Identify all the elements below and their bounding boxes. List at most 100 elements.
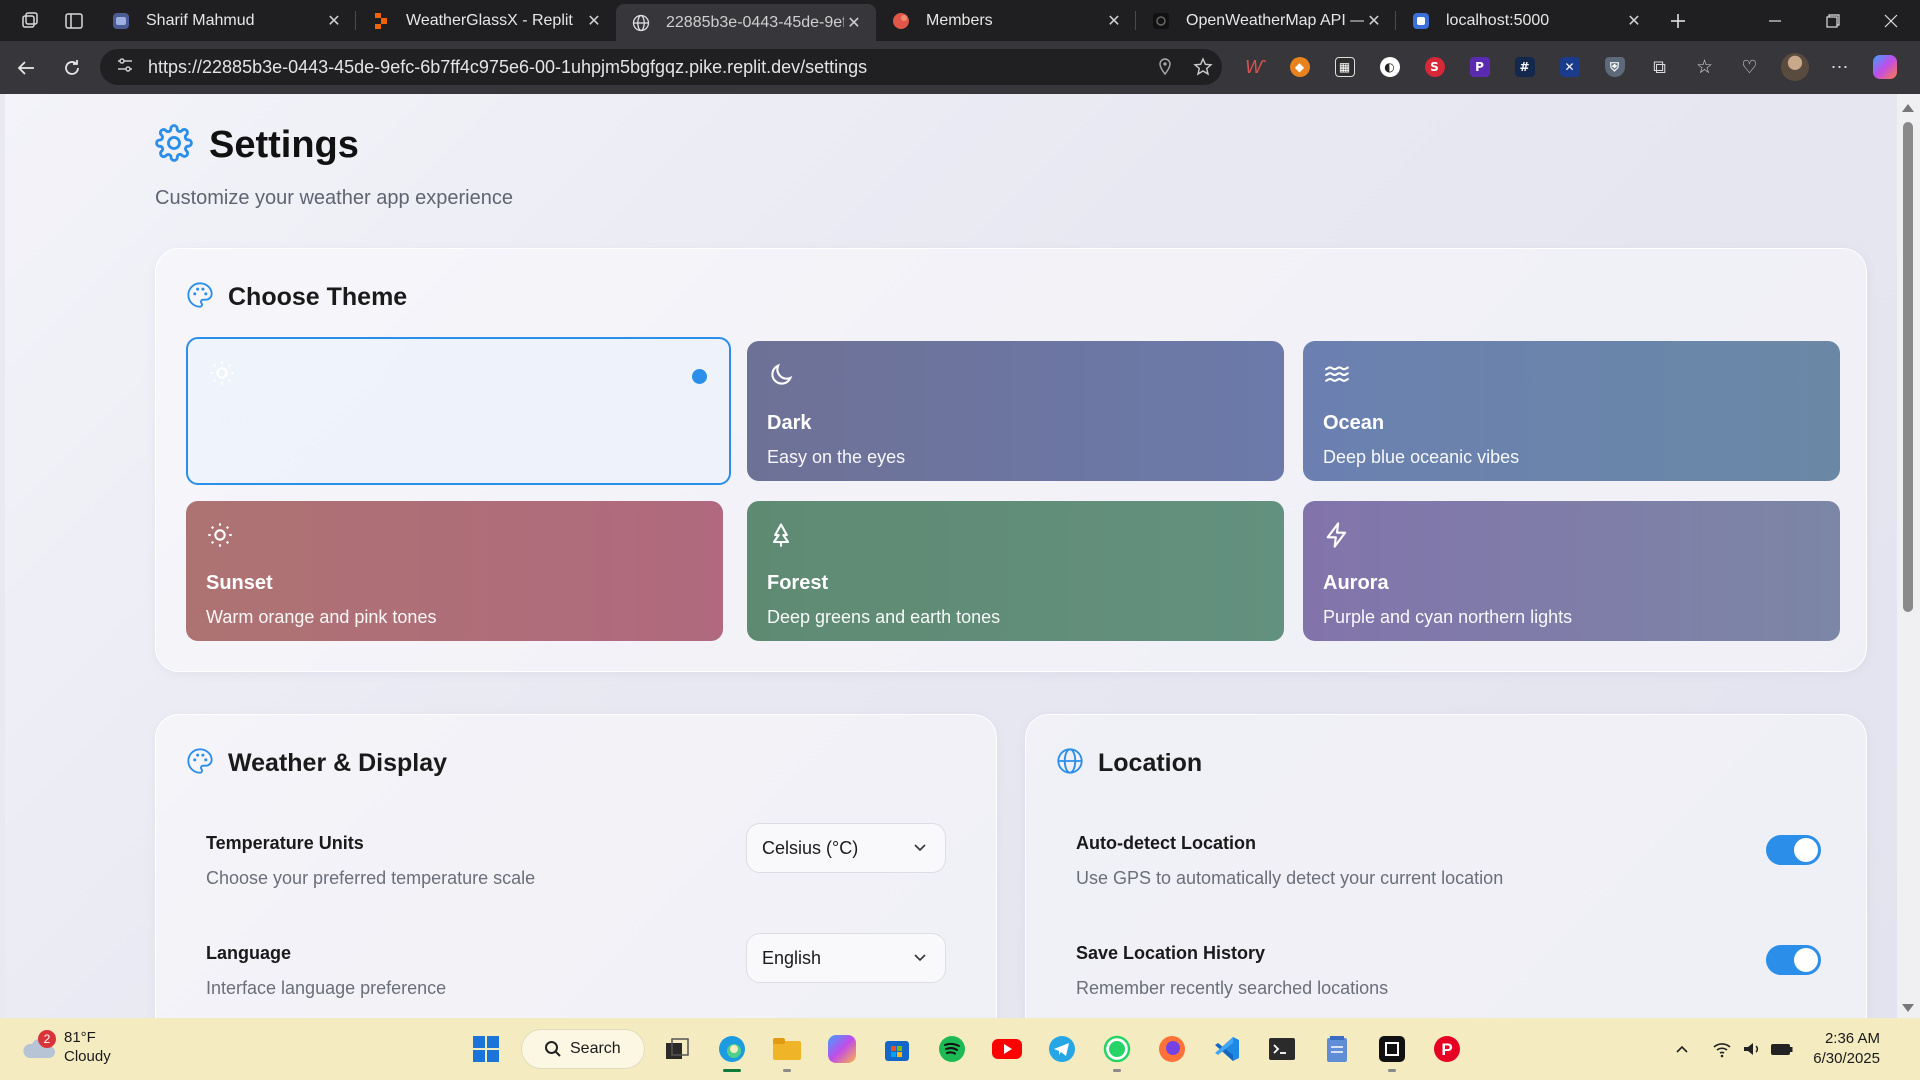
scroll-up-arrow[interactable] — [1902, 104, 1914, 112]
globe-icon — [1056, 747, 1084, 780]
clock-date: 6/30/2025 — [1813, 1050, 1880, 1067]
telegram-icon[interactable] — [1038, 1025, 1086, 1073]
sun-icon — [208, 523, 232, 547]
tab-title: WeatherGlassX - Replit — [406, 11, 573, 29]
close-icon[interactable]: ✕ — [844, 13, 864, 33]
close-icon[interactable]: ✕ — [1364, 11, 1384, 31]
weather-display-card: Weather & Display Temperature Units Choo… — [155, 714, 997, 1018]
theme-option-sunset[interactable]: Sunset Warm orange and pink tones — [186, 501, 723, 641]
close-icon[interactable]: ✕ — [584, 11, 604, 31]
browser-essentials-icon[interactable]: ♡ — [1727, 49, 1772, 85]
site-info-icon[interactable] — [116, 56, 134, 79]
capcut-icon[interactable] — [1368, 1025, 1416, 1073]
battery-icon[interactable] — [1767, 1041, 1797, 1057]
youtube-icon[interactable] — [983, 1025, 1031, 1073]
weather-widget[interactable]: 2 81°F Cloudy — [20, 1028, 111, 1066]
grid-extension-icon[interactable]: ▦ — [1322, 49, 1367, 85]
location-pin-icon[interactable] — [1146, 58, 1184, 76]
favorite-star-icon[interactable] — [1184, 57, 1222, 77]
refresh-button[interactable] — [50, 48, 94, 88]
copilot-app-icon[interactable] — [818, 1025, 866, 1073]
tab-active-app[interactable]: 22885b3e-0443-45de-9efc ✕ — [616, 4, 876, 41]
copilot-icon[interactable] — [1862, 49, 1907, 85]
theme-name: Forest — [767, 572, 829, 594]
tab-replit[interactable]: WeatherGlassX - Replit ✕ — [356, 0, 616, 41]
close-icon[interactable]: ✕ — [1624, 11, 1644, 31]
close-icon[interactable]: ✕ — [324, 11, 344, 31]
whatsapp-icon[interactable] — [1093, 1025, 1141, 1073]
s-extension-icon[interactable]: S — [1412, 49, 1457, 85]
new-tab-button[interactable] — [1656, 0, 1700, 41]
tab-members[interactable]: Members ✕ — [876, 0, 1136, 41]
task-view-icon[interactable] — [653, 1025, 701, 1073]
taskbar-clock[interactable]: 2:36 AM 6/30/2025 — [1813, 1029, 1880, 1069]
favorites-icon[interactable]: ☆ — [1682, 49, 1727, 85]
page-viewport: Settings Customize your weather app expe… — [5, 94, 1897, 1018]
notepad-icon[interactable] — [1313, 1025, 1361, 1073]
lightning-icon — [1326, 522, 1347, 548]
chevron-up-icon[interactable] — [1667, 1042, 1697, 1056]
page-scrollbar[interactable] — [1897, 94, 1920, 1018]
location-title: Location — [1098, 749, 1203, 777]
file-explorer-icon[interactable] — [763, 1025, 811, 1073]
hash-extension-icon[interactable]: # — [1502, 49, 1547, 85]
scroll-thumb[interactable] — [1903, 122, 1913, 612]
metamask-icon[interactable]: ◆ — [1277, 49, 1322, 85]
openweather-icon — [1152, 12, 1170, 30]
auto-detect-toggle[interactable] — [1766, 835, 1821, 865]
spotify-icon[interactable] — [928, 1025, 976, 1073]
windows-start-icon[interactable] — [462, 1025, 510, 1073]
tab-sharif-mahmud[interactable]: Sharif Mahmud ✕ — [96, 0, 356, 41]
theme-name: Aurora — [1323, 572, 1389, 594]
theme-option-aurora[interactable]: Aurora Purple and cyan northern lights — [1303, 501, 1840, 641]
page-header: Settings Customize your weather app expe… — [155, 124, 513, 210]
pinterest-icon[interactable]: P — [1423, 1025, 1471, 1073]
tab-title: OpenWeatherMap API — F — [1186, 11, 1364, 29]
volume-icon[interactable] — [1737, 1040, 1767, 1058]
restore-icon[interactable] — [1804, 0, 1862, 41]
edge-icon[interactable] — [708, 1025, 756, 1073]
save-history-toggle[interactable] — [1766, 945, 1821, 975]
extensions-puzzle-icon[interactable]: ⧉ — [1637, 49, 1682, 85]
theme-option-forest[interactable]: Forest Deep greens and earth tones — [747, 501, 1284, 641]
taskbar-search[interactable]: Search — [521, 1029, 645, 1069]
theme-option-dark[interactable]: Dark Easy on the eyes — [747, 341, 1284, 481]
close-window-icon[interactable] — [1862, 0, 1920, 41]
temperature-units-select[interactable]: Celsius (°C) — [746, 823, 946, 873]
kite-extension-icon[interactable]: ✕ — [1547, 49, 1592, 85]
theme-option-ocean[interactable]: Ocean Deep blue oceanic vibes — [1303, 341, 1840, 481]
members-icon — [892, 12, 910, 30]
firefox-icon[interactable] — [1148, 1025, 1196, 1073]
shield-extension-icon[interactable]: ⛨ — [1592, 49, 1637, 85]
browser-toolbar: https://22885b3e-0443-45de-9efc-6b7ff4c9… — [0, 41, 1920, 94]
theme-option-light[interactable]: Light Clean and bright interface — [186, 337, 731, 485]
minimize-icon[interactable] — [1746, 0, 1804, 41]
more-options-icon[interactable]: ⋯ — [1817, 49, 1862, 85]
language-select[interactable]: English — [746, 933, 946, 983]
close-icon[interactable]: ✕ — [1104, 11, 1124, 31]
theme-description: Deep blue oceanic vibes — [1323, 447, 1520, 467]
p-extension-icon[interactable]: P — [1457, 49, 1502, 85]
signature-extension-icon[interactable]: Ⱳ — [1232, 49, 1277, 85]
profile-avatar[interactable] — [1772, 49, 1817, 85]
theme-description: Purple and cyan northern lights — [1323, 607, 1573, 627]
globe-extension-icon[interactable]: ◐ — [1367, 49, 1412, 85]
tab-openweathermap[interactable]: OpenWeatherMap API — F ✕ — [1136, 0, 1396, 41]
address-bar[interactable]: https://22885b3e-0443-45de-9efc-6b7ff4c9… — [100, 49, 1222, 85]
microsoft-store-icon[interactable] — [873, 1025, 921, 1073]
window-controls — [1746, 0, 1920, 41]
page-subtitle: Customize your weather app experience — [155, 187, 513, 209]
select-value: Celsius (°C) — [762, 837, 859, 858]
scroll-down-arrow[interactable] — [1902, 1004, 1914, 1012]
workspaces-icon[interactable] — [8, 0, 52, 41]
vscode-icon[interactable] — [1203, 1025, 1251, 1073]
save-history-row: Save Location History Remember recently … — [1076, 943, 1388, 999]
wifi-icon[interactable] — [1707, 1040, 1737, 1058]
terminal-icon[interactable] — [1258, 1025, 1306, 1073]
back-button[interactable] — [4, 48, 48, 88]
auto-detect-row: Auto-detect Location Use GPS to automati… — [1076, 833, 1503, 889]
tab-localhost[interactable]: localhost:5000 ✕ — [1396, 0, 1656, 41]
windows-taskbar: 2 81°F Cloudy Search P 2:36 AM 6/30/2025 — [0, 1018, 1920, 1080]
vertical-tabs-icon[interactable] — [52, 0, 96, 41]
url-text: https://22885b3e-0443-45de-9efc-6b7ff4c9… — [148, 56, 868, 77]
